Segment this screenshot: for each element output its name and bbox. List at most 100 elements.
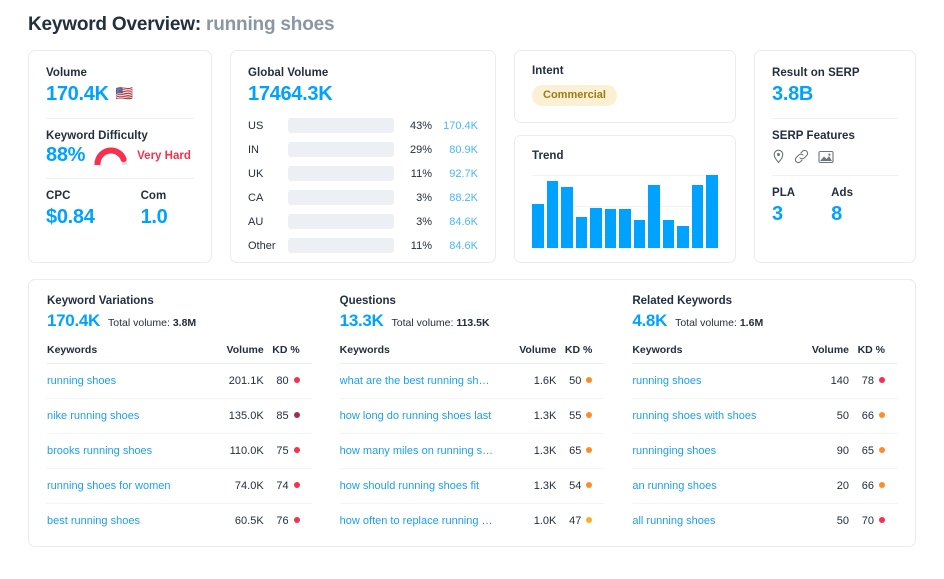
- page-title-keyword: running shoes: [206, 14, 335, 35]
- table-total-volume: Total volume: 1.6M: [675, 317, 764, 329]
- keyword-link[interactable]: how often to replace running shoes: [340, 504, 495, 539]
- keyword-link[interactable]: how long do running shoes last: [339, 398, 495, 434]
- kd-status-dot: [586, 447, 593, 453]
- image-icon[interactable]: [818, 150, 834, 164]
- table-row: brooks running shoes 110.0K 75: [47, 433, 312, 469]
- metrics-row: Volume 170.4K 🇺🇸 Keyword Difficulty 88% …: [28, 50, 916, 263]
- volume-amount[interactable]: 84.6K: [432, 216, 478, 228]
- keyword-table: Keywords Volume KD % running shoes 201.1K 80 n…: [47, 339, 312, 538]
- table-row: an running shoes 20 66: [632, 468, 898, 504]
- volume-bar-track: [288, 166, 394, 181]
- keyword-volume: 140: [787, 363, 850, 399]
- keyword-link[interactable]: how many miles on running shoes: [339, 433, 495, 469]
- global-volume-value: 17464.3K: [248, 83, 333, 105]
- volume-amount[interactable]: 92.7K: [432, 168, 478, 180]
- table-row: best running shoes 60.5K 76: [47, 504, 312, 539]
- serp-features-icons: [772, 149, 898, 164]
- keyword-volume: 110.0K: [201, 433, 264, 469]
- column-header-volume[interactable]: Volume: [787, 339, 850, 364]
- kd-status-dot: [586, 377, 593, 383]
- divider: [46, 178, 194, 179]
- cpc-metric: CPC $0.84: [46, 190, 95, 230]
- keyword-kd: 66: [849, 468, 898, 504]
- column-header-keywords[interactable]: Keywords: [339, 339, 495, 364]
- table-header-row: Keywords Volume KD %: [632, 339, 898, 364]
- volume-amount[interactable]: 170.4K: [432, 120, 478, 132]
- keyword-kd: 76: [264, 504, 312, 539]
- kd-status-dot: [293, 447, 300, 453]
- table-row: how long do running shoes last 1.3K 55: [339, 398, 605, 434]
- keyword-difficulty-value: 88%: [46, 144, 86, 166]
- com-label: Com: [140, 190, 167, 202]
- table-row: what are the best running shoes 1.6K 50: [339, 363, 605, 399]
- keyword-link[interactable]: how should running shoes fit: [339, 468, 495, 504]
- column-header-keywords[interactable]: Keywords: [632, 339, 788, 364]
- table-row: how often to replace running shoes 1.0K 47: [340, 504, 605, 539]
- country-code: AU: [248, 215, 264, 228]
- keyword-link[interactable]: best running shoes: [47, 504, 202, 539]
- divider: [46, 118, 194, 119]
- keyword-table: Keywords Volume KD % what are the best runn…: [339, 339, 605, 539]
- divider: [772, 118, 898, 119]
- keyword-link[interactable]: nike running shoes: [47, 398, 202, 434]
- table-total-volume: Total volume: 3.8M: [108, 317, 197, 329]
- global-volume-list: US 43% 170.4K IN 29% 80.9K UK 11% 92.7K CA 3% 88.2K…: [248, 118, 478, 253]
- volume-amount[interactable]: 84.6K: [432, 240, 478, 252]
- trend-bar: [662, 220, 675, 248]
- table-row: how many miles on running shoes 1.3K 65: [339, 433, 605, 469]
- kd-status-dot: [879, 412, 886, 418]
- volume-bar-track: [288, 190, 394, 205]
- keyword-kd: 50: [556, 363, 605, 399]
- column-header-volume[interactable]: Volume: [201, 339, 264, 364]
- column-header-kd[interactable]: KD %: [556, 339, 605, 364]
- table-row: running shoes for women 74.0K 74: [47, 468, 312, 504]
- keyword-link[interactable]: running shoes with shoes: [632, 398, 788, 434]
- keyword-link[interactable]: running shoes: [47, 363, 202, 399]
- location-pin-icon[interactable]: [772, 149, 785, 164]
- keyword-link[interactable]: running shoes: [632, 363, 788, 399]
- table-header-row: Keywords Volume KD %: [47, 339, 312, 364]
- column-header-kd[interactable]: KD %: [263, 339, 312, 364]
- volume-percent: 11%: [410, 167, 432, 180]
- volume-bar-track: [288, 142, 394, 157]
- trend-bar: [706, 175, 718, 248]
- trend-bar: [677, 226, 689, 248]
- volume-bar-track: [288, 238, 394, 253]
- volume-percent: 3%: [416, 191, 432, 204]
- link-icon[interactable]: [794, 149, 809, 164]
- volume-amount[interactable]: 88.2K: [432, 192, 478, 204]
- difficulty-gauge-icon: [94, 147, 128, 167]
- keyword-link[interactable]: all running shoes: [632, 504, 787, 539]
- cpc-value: $0.84: [46, 206, 95, 228]
- keyword-tables-card: Keyword Variations 170.4K Total volume: 3.…: [28, 279, 916, 547]
- com-metric: Com 1.0: [141, 190, 168, 230]
- keyword-link[interactable]: runninging shoes: [632, 433, 788, 469]
- kd-status-dot: [879, 517, 886, 523]
- keyword-volume: 1.3K: [494, 433, 557, 469]
- keyword-volume: 60.5K: [234, 515, 264, 527]
- kd-status-dot: [879, 377, 886, 383]
- table-summary: 4.8K Total volume: 1.6M: [632, 311, 897, 331]
- global-volume-row: AU 3% 84.6K: [248, 214, 478, 229]
- keyword-link[interactable]: running shoes for women: [47, 468, 202, 504]
- column-header-keywords[interactable]: Keywords: [47, 339, 202, 364]
- keyword-volume: 90: [787, 433, 850, 469]
- volume-amount[interactable]: 80.9K: [432, 144, 478, 156]
- country-code: UK: [248, 167, 264, 180]
- trend-bar: [575, 217, 588, 248]
- kd-status-dot: [293, 482, 300, 488]
- keyword-link[interactable]: an running shoes: [632, 468, 788, 504]
- keyword-link[interactable]: what are the best running shoes: [339, 363, 495, 399]
- table-row: running shoes with shoes 50 66: [632, 398, 898, 434]
- intent-card: Intent Commercial: [514, 50, 736, 123]
- column-header-volume[interactable]: Volume: [494, 339, 557, 364]
- keyword-kd: 55: [556, 398, 605, 434]
- keyword-link[interactable]: brooks running shoes: [47, 433, 202, 469]
- column-header-kd[interactable]: KD %: [849, 339, 898, 364]
- keyword-kd: 80: [263, 363, 312, 399]
- table-title: Related Keywords: [632, 295, 733, 307]
- keyword-kd: 54: [556, 468, 605, 504]
- keyword-volume: 50: [787, 398, 850, 434]
- global-volume-row: Other 11% 84.6K: [248, 238, 478, 253]
- keyword-volume: 20: [787, 468, 850, 504]
